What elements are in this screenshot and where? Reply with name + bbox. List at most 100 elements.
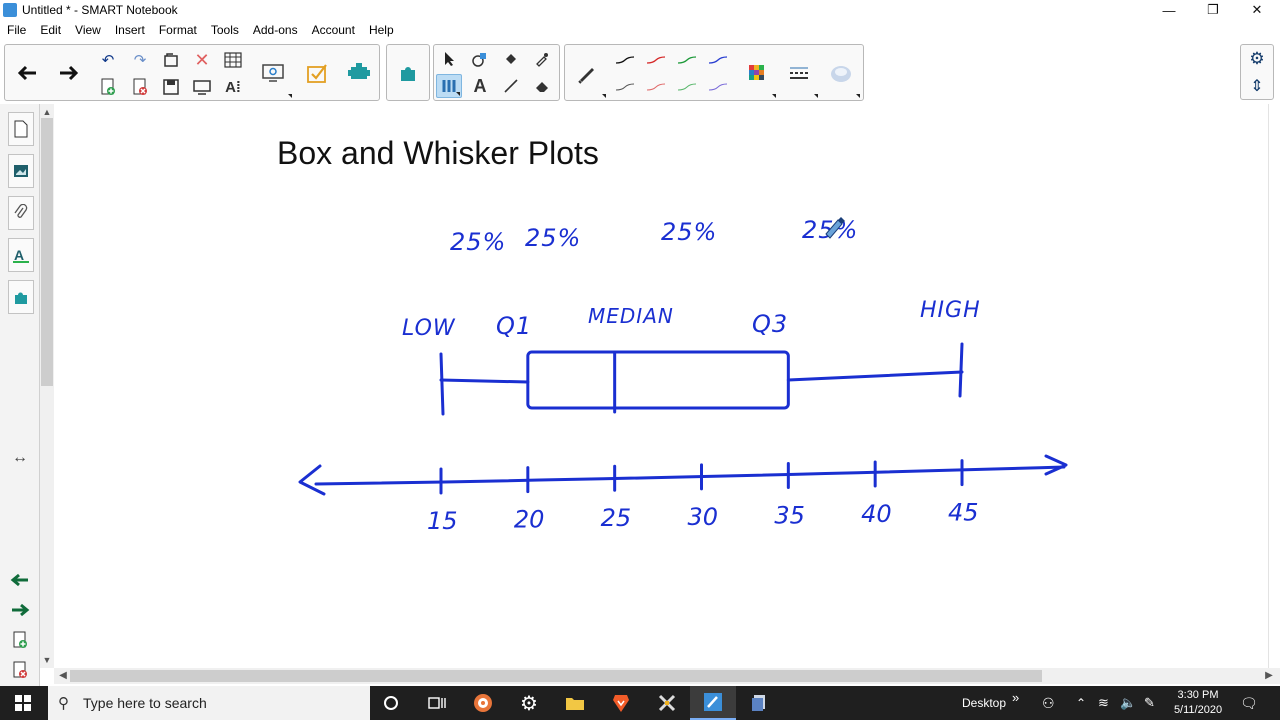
settings-app-button[interactable]: ⚙ <box>506 686 552 720</box>
low-end-cap[interactable] <box>439 352 445 416</box>
pen-style-green-thin[interactable] <box>674 48 700 72</box>
response-button[interactable] <box>297 47 337 99</box>
file-explorer-button[interactable] <box>552 686 598 720</box>
pen-style-blue-thin[interactable] <box>705 48 731 72</box>
upper-whisker[interactable] <box>786 370 964 382</box>
line-tool-button[interactable] <box>498 74 524 98</box>
number-line-right-arrow[interactable] <box>1044 454 1068 476</box>
desktop-toolbar-chevron[interactable]: » <box>1012 680 1019 714</box>
cortana-button[interactable] <box>368 686 414 720</box>
horizontal-scroll-thumb[interactable] <box>70 670 1042 682</box>
network-button[interactable]: ≋ <box>1098 686 1109 720</box>
smart-notebook-taskbar-button[interactable] <box>690 686 736 720</box>
delete-page-button[interactable] <box>127 75 153 99</box>
brave-browser-button[interactable] <box>598 686 644 720</box>
side-previous-page-button[interactable] <box>8 568 32 592</box>
magic-pen-button[interactable] <box>529 47 555 71</box>
next-page-button[interactable] <box>49 47 89 99</box>
horizontal-scrollbar[interactable]: ◀ ▶ <box>54 668 1280 684</box>
pen-style-purple-thick[interactable] <box>705 75 731 99</box>
pens-tool-button[interactable] <box>436 74 462 98</box>
start-button[interactable] <box>0 686 46 720</box>
axis-tick-label-20[interactable]: 20 <box>514 506 545 534</box>
menu-account[interactable]: Account <box>312 23 355 37</box>
menu-insert[interactable]: Insert <box>115 23 145 37</box>
axis-tick-label-25[interactable]: 25 <box>601 504 632 532</box>
color-palette-button[interactable] <box>737 47 777 99</box>
pen-style-red-thick[interactable] <box>643 75 669 99</box>
menu-add-ons[interactable]: Add-ons <box>253 23 298 37</box>
whiteboard-canvas[interactable]: Box and Whisker Plots 25% 25% 25% 25% LO… <box>54 104 1268 668</box>
axis-tick-label-15[interactable]: 15 <box>427 507 458 535</box>
shape-tool-button[interactable] <box>467 47 493 71</box>
pen-type-button[interactable] <box>567 47 607 99</box>
attachments-tab[interactable] <box>8 196 34 230</box>
axis-tick-label-45[interactable]: 45 <box>948 499 979 527</box>
scroll-up-icon[interactable]: ▲ <box>40 106 54 118</box>
redo-button[interactable]: ↷ <box>127 48 153 72</box>
taskbar-search-box[interactable]: ⚲ Type here to search <box>48 686 370 720</box>
side-add-page-button[interactable] <box>8 628 32 652</box>
menu-tools[interactable]: Tools <box>211 23 239 37</box>
taskbar-clock[interactable]: 3:30 PM 5/11/2020 <box>1162 688 1234 718</box>
spell-check-button[interactable]: A⁞ <box>220 75 246 99</box>
save-button[interactable] <box>158 75 184 99</box>
minimize-button[interactable]: — <box>1146 0 1192 20</box>
insert-table-button[interactable] <box>220 48 246 72</box>
axis-tick-label-30[interactable]: 30 <box>688 503 719 531</box>
open-file-button[interactable] <box>158 48 184 72</box>
media-player-button[interactable] <box>460 686 506 720</box>
eraser-tool-button[interactable] <box>529 74 555 98</box>
pen-style-green-thick[interactable] <box>674 75 700 99</box>
menu-help[interactable]: Help <box>369 23 394 37</box>
menu-edit[interactable]: Edit <box>40 23 61 37</box>
pen-style-black-thick[interactable] <box>612 75 638 99</box>
scroll-down-icon[interactable]: ▼ <box>40 654 54 666</box>
line-style-button[interactable] <box>779 47 819 99</box>
select-tool-button[interactable] <box>436 47 462 71</box>
add-ons-button[interactable] <box>388 47 428 99</box>
box-plot-drawing[interactable]: 15 20 25 30 35 40 45 <box>54 104 1268 668</box>
scroll-left-icon[interactable]: ◀ <box>56 668 70 684</box>
number-line[interactable] <box>314 465 1066 486</box>
scroll-right-icon[interactable]: ▶ <box>1262 668 1276 684</box>
pen-style-black-thin[interactable] <box>612 48 638 72</box>
page-sorter-tab[interactable] <box>8 112 34 146</box>
desktop-toolbar-label[interactable]: Desktop <box>962 686 1008 720</box>
text-tool-button[interactable]: A <box>467 74 493 98</box>
fill-tool-button[interactable] <box>498 47 524 71</box>
people-button[interactable]: ⚇ <box>1042 686 1055 720</box>
task-view-button[interactable] <box>414 686 460 720</box>
volume-button[interactable]: 🔈 <box>1120 686 1136 720</box>
restore-button[interactable]: ❐ <box>1190 0 1236 20</box>
undo-button[interactable]: ↶ <box>95 48 121 72</box>
axis-tick-label-35[interactable]: 35 <box>774 501 805 529</box>
menu-view[interactable]: View <box>75 23 101 37</box>
gallery-tab[interactable] <box>8 154 34 188</box>
lower-whisker[interactable] <box>439 378 530 384</box>
menu-format[interactable]: Format <box>159 23 197 37</box>
pen-style-red-thin[interactable] <box>643 48 669 72</box>
tools-app-button[interactable] <box>644 686 690 720</box>
resize-panel-handle[interactable]: ↔ <box>8 446 32 470</box>
menu-file[interactable]: File <box>7 23 26 37</box>
box-q1-to-q3[interactable] <box>526 350 790 410</box>
action-center-button[interactable]: 🗨 <box>1240 686 1258 720</box>
previous-page-button[interactable] <box>7 47 47 99</box>
side-delete-page-button[interactable] <box>8 658 32 682</box>
axis-tick-label-40[interactable]: 40 <box>861 500 892 528</box>
move-toolbar-button[interactable]: ⇕ <box>1244 74 1270 98</box>
pen-workspace-button[interactable]: ✎ <box>1144 686 1155 720</box>
number-line-left-arrow[interactable] <box>298 464 326 496</box>
document-app-button[interactable] <box>736 686 782 720</box>
screen-shade-button[interactable] <box>189 75 215 99</box>
show-hidden-icons-button[interactable]: ⌃ <box>1076 686 1086 720</box>
high-end-cap[interactable] <box>958 342 964 398</box>
delete-button[interactable]: ✕ <box>189 48 215 72</box>
activity-builder-button[interactable] <box>339 47 379 99</box>
vertical-scroll-thumb[interactable] <box>41 118 53 386</box>
add-page-button[interactable] <box>95 75 121 99</box>
settings-button[interactable]: ⚙ <box>1244 47 1270 71</box>
side-next-page-button[interactable] <box>8 598 32 622</box>
add-ons-tab[interactable] <box>8 280 34 314</box>
